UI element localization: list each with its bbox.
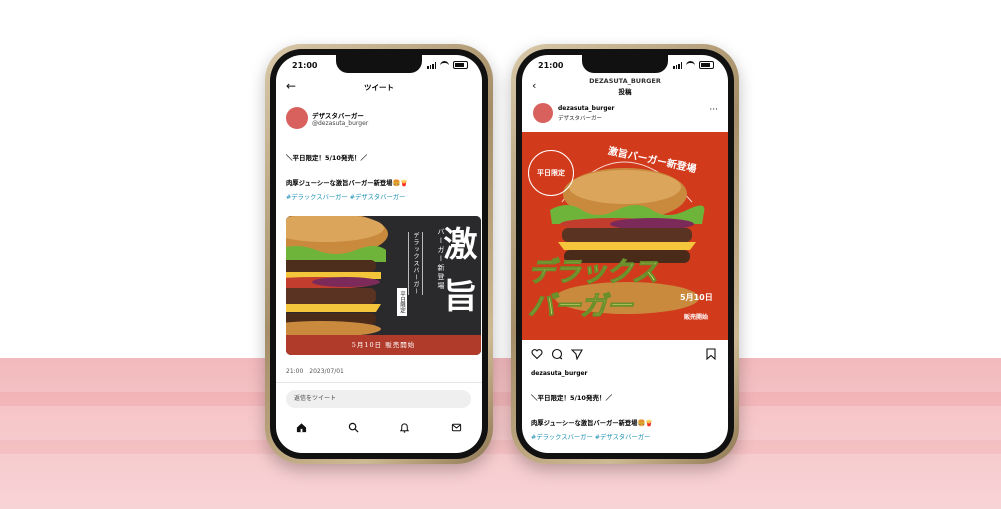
tweet-image[interactable]: 激 旨 バーガー新登場 デラックスバーガー 平日限定 5月10日 販売開始	[286, 216, 481, 355]
background-top	[0, 0, 1001, 358]
twitter-screen: 21:00 ← ツイート デザスタバーガー @dezasuta_burger ＼…	[276, 55, 482, 453]
bottom-nav	[276, 419, 482, 439]
status-icons	[673, 61, 714, 69]
sale-start-label: 販売開始	[684, 314, 709, 321]
vertical-product-name: デラックスバーガー	[408, 232, 423, 295]
release-date-strip: 5月10日 販売開始	[286, 335, 481, 355]
comment-icon[interactable]	[551, 348, 563, 363]
status-icons	[427, 61, 468, 69]
account-name-header: DEZASUTA_BURGER	[589, 77, 661, 85]
vertical-caption: バーガー新登場	[437, 228, 445, 291]
notch	[582, 55, 668, 73]
hashtag-links[interactable]: #デラックスバーガー #デザスタバーガー	[531, 432, 650, 441]
username[interactable]: dezasuta_burger	[558, 105, 615, 112]
battery-icon	[453, 61, 468, 69]
wifi-icon	[440, 61, 449, 69]
hashtag-links[interactable]: #デラックスバーガー #デザスタバーガー	[286, 192, 405, 201]
post-actions	[531, 348, 583, 363]
background-streak	[0, 392, 1001, 406]
divider	[276, 382, 482, 383]
weekday-badge: 平日限定	[528, 150, 574, 196]
messages-icon[interactable]	[451, 422, 462, 436]
tweet-text-line: 肉厚ジューシーな激旨バーガー新登場🍔🍟	[286, 180, 409, 187]
notch	[336, 55, 422, 73]
tweet-header: ← ツイート	[276, 77, 482, 97]
instagram-screen: 21:00 ‹ DEZASUTA_BURGER 投稿 dezasuta_burg…	[522, 55, 728, 453]
battery-icon	[699, 61, 714, 69]
post-image[interactable]: 平日限定 激旨バーガー新登場 デラックス バーガー 5月10日 販売開始	[522, 132, 728, 340]
user-handle[interactable]: @dezasuta_burger	[312, 120, 368, 127]
tweet-text-line: ＼平日限定！5/10発売！／	[286, 154, 367, 162]
signal-icon	[427, 61, 436, 69]
caption-username[interactable]: dezasuta_burger	[531, 370, 588, 377]
avatar[interactable]	[533, 103, 553, 123]
page-title: 投稿	[618, 88, 632, 96]
more-options-icon[interactable]: ···	[709, 105, 718, 115]
phone-instagram: 21:00 ‹ DEZASUTA_BURGER 投稿 dezasuta_burg…	[511, 44, 739, 464]
weekday-badge: 平日限定	[397, 288, 407, 316]
search-icon[interactable]	[348, 422, 359, 436]
heart-icon[interactable]	[531, 348, 543, 363]
wifi-icon	[686, 61, 695, 69]
background-watercolor	[0, 358, 1001, 509]
status-time: 21:00	[538, 61, 564, 70]
user-subtitle: デザスタバーガー	[558, 116, 602, 122]
caption-line: 肉厚ジューシーな激旨バーガー新登場🍔🍟	[531, 420, 654, 427]
product-title-line: バーガー	[528, 291, 634, 323]
home-icon[interactable]	[296, 422, 307, 436]
release-date: 5月10日	[680, 293, 713, 302]
caption-line: ＼平日限定！5/10発売！／	[531, 394, 612, 402]
display-name[interactable]: デザスタバーガー	[312, 110, 364, 120]
background-streak	[0, 440, 1001, 454]
signal-icon	[673, 61, 682, 69]
notifications-icon[interactable]	[399, 422, 410, 436]
tweet-timestamp: 21:00 2023/07/01	[286, 368, 344, 375]
share-icon[interactable]	[570, 348, 583, 363]
phone-twitter: 21:00 ← ツイート デザスタバーガー @dezasuta_burger ＼…	[265, 44, 493, 464]
bookmark-icon[interactable]	[706, 348, 716, 363]
status-time: 21:00	[292, 61, 318, 70]
page-title: ツイート	[364, 83, 394, 92]
avatar[interactable]	[286, 107, 308, 129]
reply-input[interactable]: 返信をツイート	[286, 390, 471, 408]
